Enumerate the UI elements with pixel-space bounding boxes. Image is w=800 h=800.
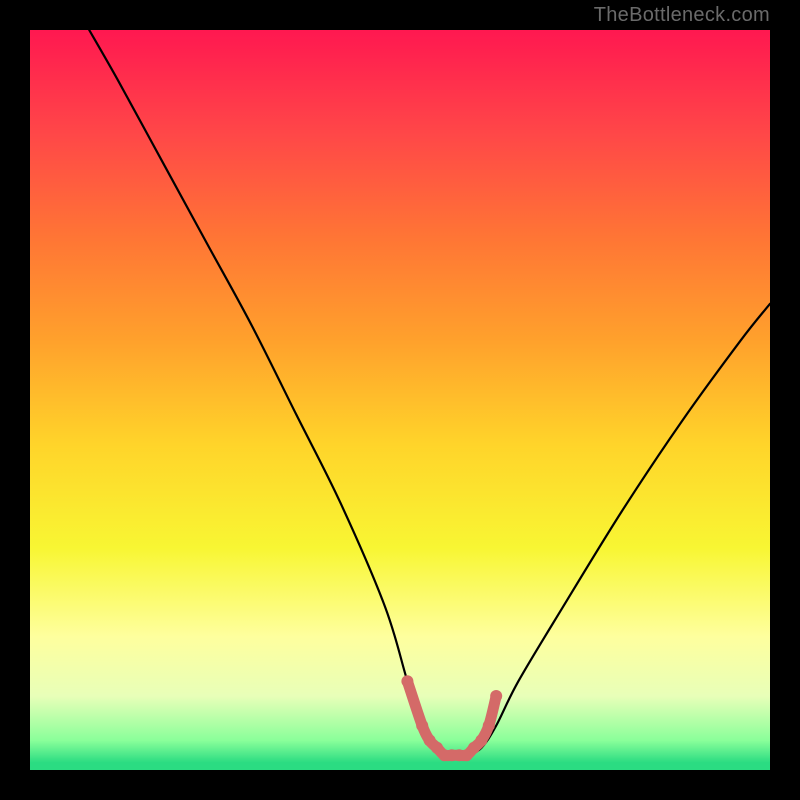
main-curve-line [89, 30, 770, 756]
plot-area [30, 30, 770, 770]
marker-dot [490, 690, 502, 702]
marker-dot [416, 720, 428, 732]
watermark-text: TheBottleneck.com [594, 4, 770, 27]
chart-frame: TheBottleneck.com [0, 0, 800, 800]
marker-dot [483, 720, 495, 732]
marker-dot [401, 675, 413, 687]
marker-dot [475, 734, 487, 746]
chart-svg [30, 30, 770, 770]
